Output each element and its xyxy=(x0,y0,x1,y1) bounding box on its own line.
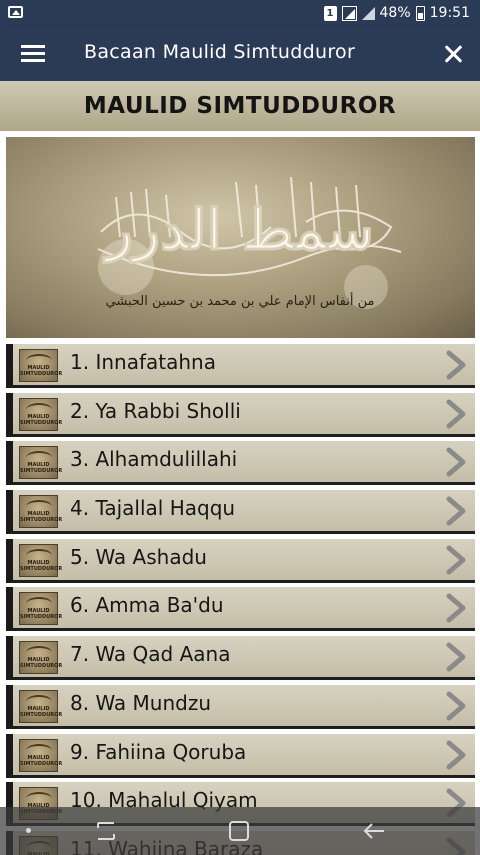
chapter-item-6[interactable]: MAULID SIMTUDDUROR 6. Amma Ba'du xyxy=(6,587,475,632)
close-icon[interactable] xyxy=(441,42,465,66)
chapter-label: 9. Fahiina Qoruba xyxy=(70,739,247,764)
chapter-item-4[interactable]: MAULID SIMTUDDUROR 4. Tajallal Haqqu xyxy=(6,490,475,535)
status-bar: 1 48% 19:51 xyxy=(0,0,480,27)
chevron-right-icon xyxy=(446,496,466,526)
maulid-thumbnail: MAULID SIMTUDDUROR xyxy=(19,689,63,723)
maulid-thumbnail: MAULID SIMTUDDUROR xyxy=(19,495,63,529)
chapter-label: 5. Wa Ashadu xyxy=(70,544,207,569)
battery-percent: 48% xyxy=(379,5,411,21)
chapter-item-2[interactable]: MAULID SIMTUDDUROR 2. Ya Rabbi Sholli xyxy=(6,392,475,437)
nav-dot-icon xyxy=(26,828,31,833)
system-nav-bar xyxy=(0,807,480,855)
chevron-right-icon xyxy=(446,447,466,477)
chevron-right-icon xyxy=(446,642,466,672)
chapter-item-8[interactable]: MAULID SIMTUDDUROR 8. Wa Mundzu xyxy=(6,684,475,729)
maulid-thumbnail: MAULID SIMTUDDUROR xyxy=(19,641,63,675)
home-icon[interactable] xyxy=(228,820,250,842)
chevron-right-icon xyxy=(446,740,466,769)
thumbnail-line2: SIMTUDDUROR xyxy=(20,468,63,475)
chapter-item-1[interactable]: MAULID SIMTUDDUROR 1. Innafatahna xyxy=(6,344,475,388)
chapter-list: MAULID SIMTUDDUROR 1. Innafatahna MAULID… xyxy=(6,344,475,855)
thumbnail-line2: SIMTUDDUROR xyxy=(20,371,63,377)
signal-icon xyxy=(361,6,375,20)
back-icon[interactable] xyxy=(362,820,386,842)
thumbnail-line2: SIMTUDDUROR xyxy=(20,565,63,572)
chevron-right-icon xyxy=(446,545,466,575)
thumbnail-line2: SIMTUDDUROR xyxy=(20,760,63,767)
chapter-item-7[interactable]: MAULID SIMTUDDUROR 7. Wa Qad Aana xyxy=(6,636,475,681)
gallery-icon xyxy=(8,6,23,18)
chevron-right-icon xyxy=(446,399,466,429)
app-title: Bacaan Maulid Simtudduror xyxy=(84,41,356,63)
chevron-right-icon xyxy=(446,691,466,721)
recent-apps-icon[interactable] xyxy=(94,820,118,842)
chapter-label: 7. Wa Qad Aana xyxy=(70,642,231,667)
thumbnail-line2: SIMTUDDUROR xyxy=(20,419,63,426)
calligraphy-banner: سمط الدرر من أنفاس الإمام علي بن محمد بن… xyxy=(6,137,475,338)
banner-art: سمط الدرر من أنفاس الإمام علي بن محمد بن… xyxy=(97,176,402,309)
banner-calligraphy-main: سمط الدرر xyxy=(102,197,374,264)
thumbnail-line2: SIMTUDDUROR xyxy=(20,711,63,718)
page-title: MAULID SIMTUDDUROR xyxy=(83,93,397,119)
chapter-label: 2. Ya Rabbi Sholli xyxy=(70,398,241,423)
maulid-thumbnail: MAULID SIMTUDDUROR xyxy=(19,592,63,626)
clock: 19:51 xyxy=(429,5,470,21)
chapter-item-3[interactable]: MAULID SIMTUDDUROR 3. Alhamdulillahi xyxy=(6,441,475,486)
sim-indicator: 1 xyxy=(323,5,337,21)
maulid-thumbnail: MAULID SIMTUDDUROR xyxy=(19,446,63,480)
hamburger-menu-icon[interactable] xyxy=(21,44,45,64)
chapter-item-5[interactable]: MAULID SIMTUDDUROR 5. Wa Ashadu xyxy=(6,538,475,583)
thumbnail-line2: SIMTUDDUROR xyxy=(20,663,63,670)
chapter-label: 1. Innafatahna xyxy=(70,350,216,374)
chevron-right-icon xyxy=(446,593,466,623)
app-bar: Bacaan Maulid Simtudduror xyxy=(0,27,480,81)
chevron-right-icon xyxy=(446,350,466,380)
maulid-thumbnail: MAULID SIMTUDDUROR xyxy=(19,543,63,577)
banner-calligraphy-sub: من أنفاس الإمام علي بن محمد بن حسين الحب… xyxy=(106,292,375,309)
maulid-thumbnail: MAULID SIMTUDDUROR xyxy=(19,397,63,431)
chapter-label: 6. Amma Ba'du xyxy=(70,593,224,618)
thumbnail-line2: SIMTUDDUROR xyxy=(20,614,63,621)
chapter-item-9[interactable]: MAULID SIMTUDDUROR 9. Fahiina Qoruba xyxy=(6,733,475,778)
chapter-label: 8. Wa Mundzu xyxy=(70,690,212,715)
status-icons: 1 48% 19:51 xyxy=(323,4,470,22)
chapter-label: 3. Alhamdulillahi xyxy=(70,447,238,472)
maulid-thumbnail: MAULID SIMTUDDUROR xyxy=(19,349,63,382)
thumbnail-line2: SIMTUDDUROR xyxy=(20,517,63,524)
header-band: MAULID SIMTUDDUROR xyxy=(0,81,480,131)
no-sim-network-icon xyxy=(341,5,357,21)
chapter-label: 4. Tajallal Haqqu xyxy=(70,496,236,521)
maulid-thumbnail: MAULID SIMTUDDUROR xyxy=(19,738,63,772)
battery-icon xyxy=(415,5,425,21)
